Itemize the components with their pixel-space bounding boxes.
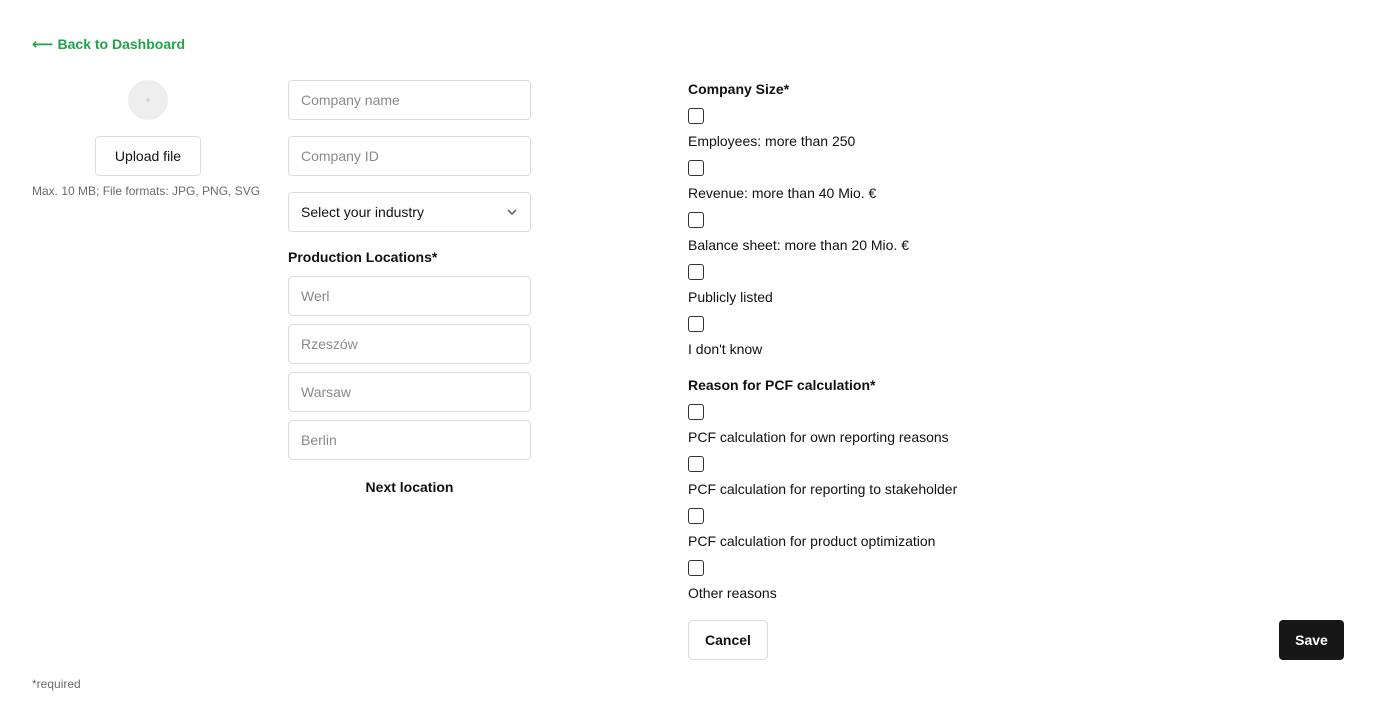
company-size-checkbox-publicly-listed[interactable] (688, 264, 704, 280)
company-size-label-balance-sheet: Balance sheet: more than 20 Mio. € (688, 237, 910, 253)
back-link-label: Back to Dashboard (57, 36, 186, 52)
company-size-checkbox-balance-sheet[interactable] (688, 212, 704, 228)
company-size-checkbox-unknown[interactable] (688, 316, 704, 332)
location-input-2[interactable] (288, 324, 531, 364)
company-size-label-employees: Employees: more than 250 (688, 133, 856, 149)
company-size-checkbox-revenue[interactable] (688, 160, 704, 176)
industry-select-value: Select your industry (301, 204, 424, 220)
company-name-input[interactable] (288, 80, 531, 120)
company-size-label-publicly-listed: Publicly listed (688, 289, 773, 305)
industry-select[interactable]: Select your industry (288, 192, 531, 232)
company-size-title: Company Size* (688, 81, 790, 97)
location-input-3[interactable] (288, 372, 531, 412)
pcf-reason-checkbox-other[interactable] (688, 560, 704, 576)
pcf-reason-label-other: Other reasons (688, 585, 777, 601)
production-locations-title: Production Locations* (288, 249, 438, 265)
company-id-input[interactable] (288, 136, 531, 176)
upload-hint: Max. 10 MB; File formats: JPG, PNG, SVG (32, 184, 261, 198)
company-size-label-unknown: I don't know (688, 341, 763, 357)
logo-avatar (128, 80, 168, 120)
location-input-1[interactable] (288, 276, 531, 316)
back-to-dashboard-link[interactable]: ⟵ Back to Dashboard (32, 36, 185, 52)
company-size-checkbox-employees[interactable] (688, 108, 704, 124)
avatar-placeholder-icon (146, 98, 150, 102)
location-input-4[interactable] (288, 420, 531, 460)
company-size-label-revenue: Revenue: more than 40 Mio. € (688, 185, 877, 201)
cancel-button[interactable]: Cancel (688, 620, 768, 660)
pcf-reason-checkbox-stakeholder[interactable] (688, 456, 704, 472)
pcf-reason-checkbox-optimization[interactable] (688, 508, 704, 524)
pcf-reason-checkbox-own-reporting[interactable] (688, 404, 704, 420)
pcf-reason-label-stakeholder: PCF calculation for reporting to stakeho… (688, 481, 958, 497)
company-profile-page: ⟵ Back to Dashboard Upload file Max. 10 … (0, 0, 1376, 724)
save-button[interactable]: Save (1279, 620, 1344, 660)
chevron-down-icon (506, 206, 518, 218)
next-location-button[interactable]: Next location (288, 478, 531, 496)
pcf-reason-title: Reason for PCF calculation* (688, 377, 876, 393)
arrow-left-icon: ⟵ (32, 35, 54, 53)
upload-file-button[interactable]: Upload file (95, 136, 201, 176)
required-note: *required (32, 677, 81, 691)
pcf-reason-label-optimization: PCF calculation for product optimization (688, 533, 936, 549)
pcf-reason-label-own-reporting: PCF calculation for own reporting reason… (688, 429, 949, 445)
